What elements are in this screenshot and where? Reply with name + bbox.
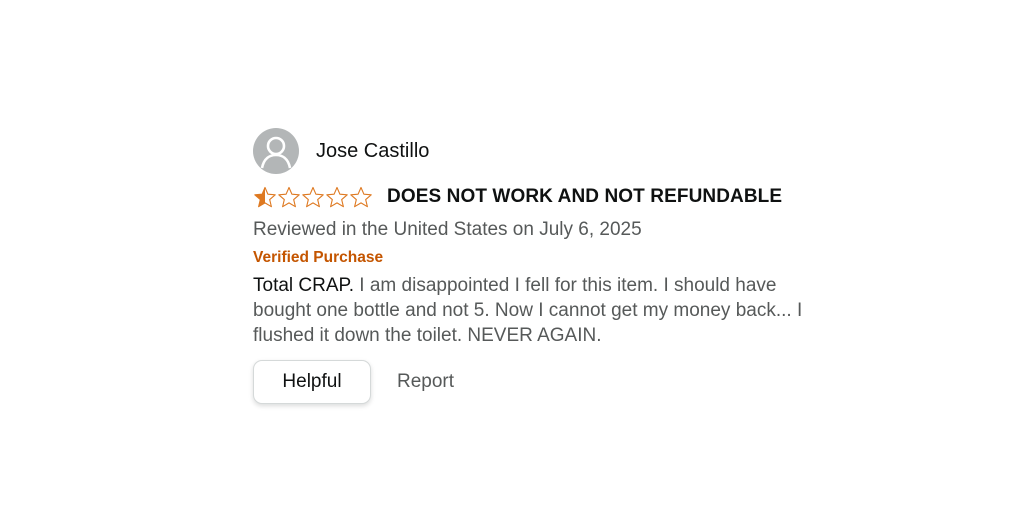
star-empty-icon (302, 186, 324, 208)
review-card: Jose Castillo DOES NOT WORK AND NOT REFU… (253, 127, 813, 404)
reviewer-profile[interactable]: Jose Castillo (253, 127, 813, 175)
star-empty-icon (278, 186, 300, 208)
review-title-row: DOES NOT WORK AND NOT REFUNDABLE (253, 185, 813, 209)
user-avatar-icon (253, 128, 299, 174)
star-empty-icon (350, 186, 372, 208)
review-body-lead: Total CRAP. (253, 275, 355, 296)
review-actions: Helpful Report (253, 360, 813, 404)
review-title[interactable]: DOES NOT WORK AND NOT REFUNDABLE (387, 186, 782, 208)
review-date: Reviewed in the United States on July 6,… (253, 219, 642, 240)
report-link[interactable]: Report (397, 371, 454, 393)
reviewer-name[interactable]: Jose Castillo (316, 140, 429, 163)
review-body: Total CRAP. I am disappointed I fell for… (253, 273, 813, 348)
star-rating (253, 186, 373, 208)
helpful-button[interactable]: Helpful (253, 360, 371, 404)
verified-purchase-badge: Verified Purchase (253, 249, 384, 266)
star-empty-icon (326, 186, 348, 208)
star-filled-icon (254, 186, 276, 208)
